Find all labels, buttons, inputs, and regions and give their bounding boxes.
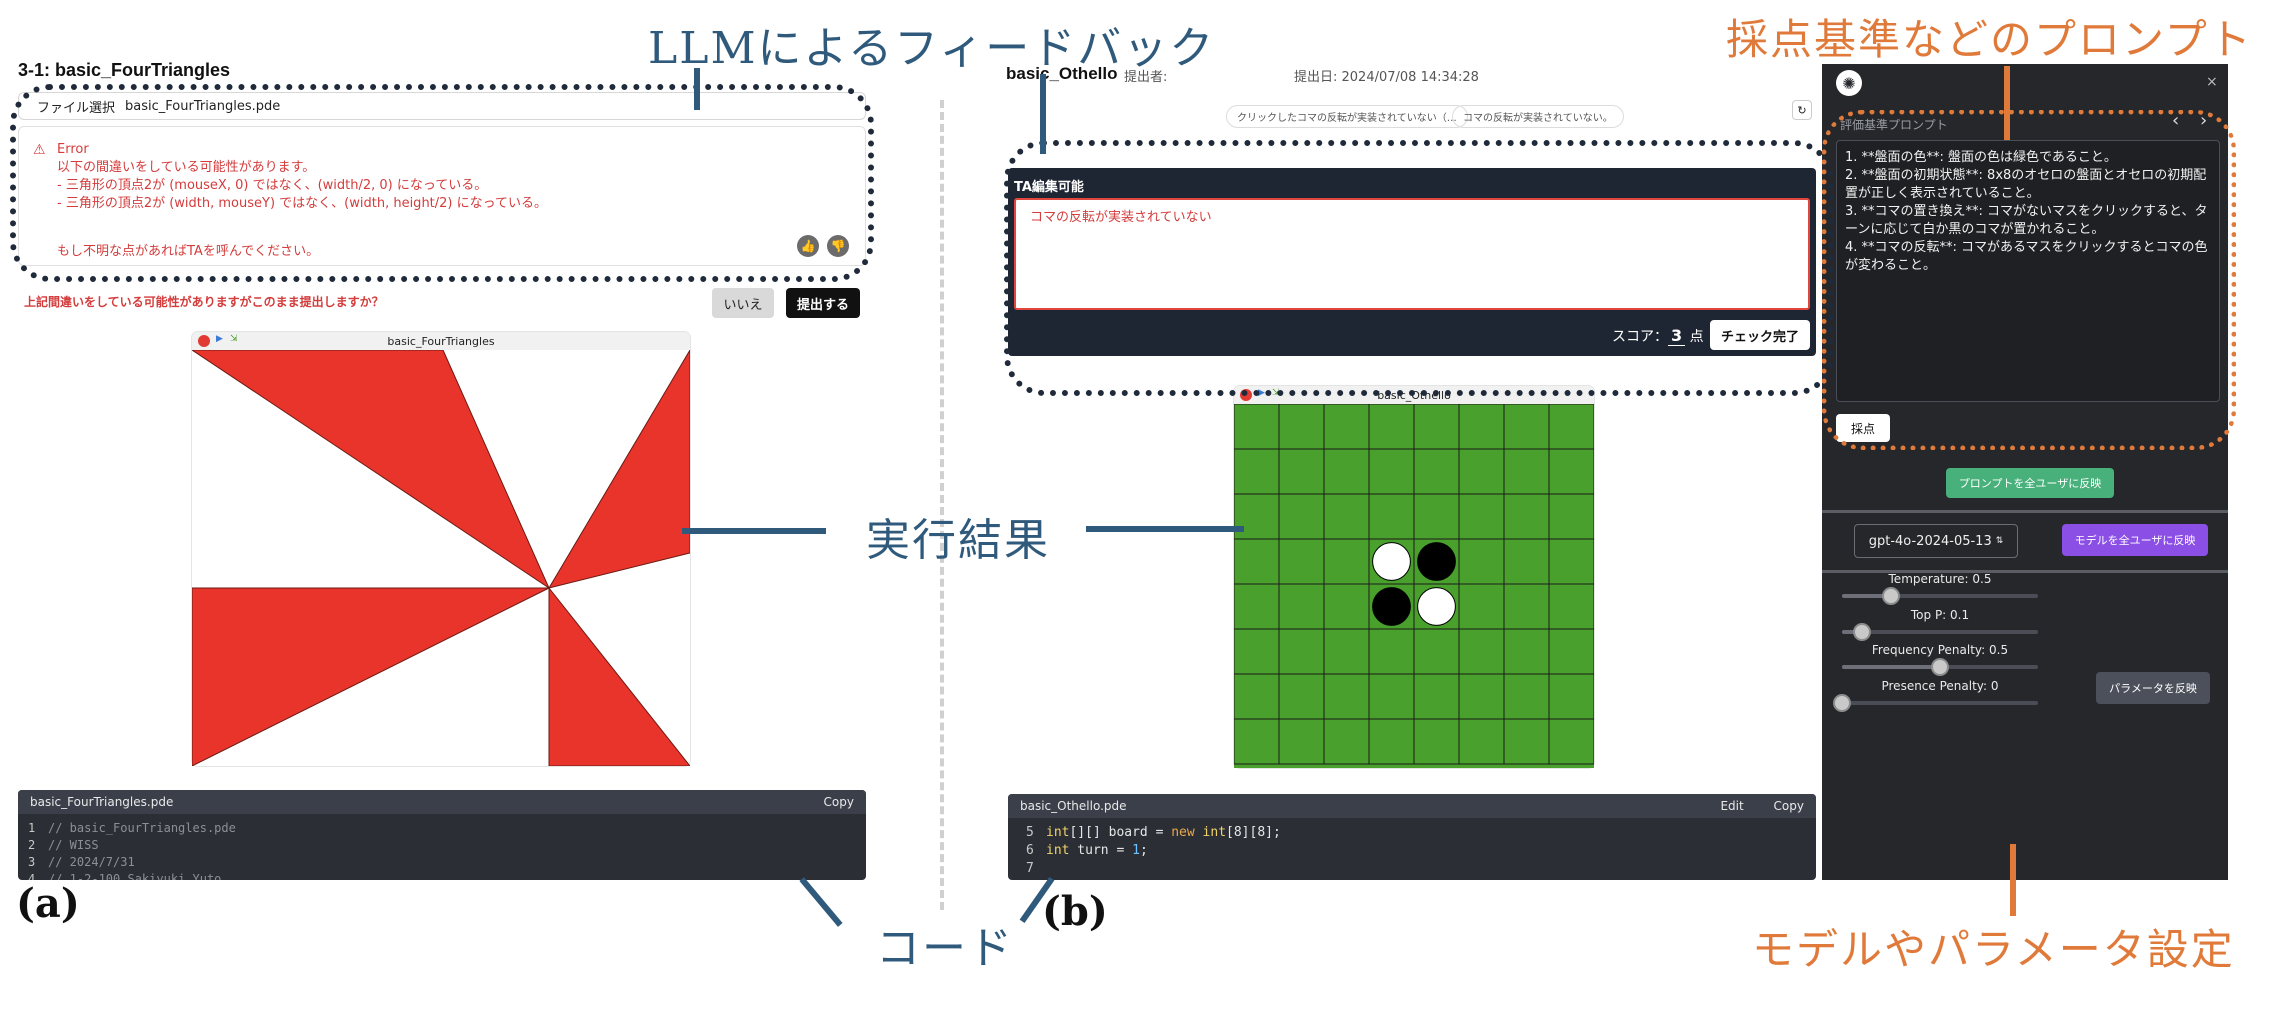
four-triangles-canvas[interactable] [192,350,690,766]
line-number: 5 [1026,825,1034,840]
slider-label: Frequency Penalty: 0.5 [1871,643,2009,657]
triangle-right [547,350,690,589]
no-button[interactable]: いいえ [712,288,774,318]
connector-line [1086,526,1244,532]
sketch-window-b: ▶ ⇲ basic_Othello [1234,386,1594,768]
code-body[interactable]: 5 int[][] board = new int[8][8]; 6 int tur… [1008,818,1816,878]
code-file-name: basic_FourTriangles.pde [30,795,174,809]
code-line: // 2024/7/31 [48,855,135,869]
othello-board[interactable] [1234,404,1594,768]
annotation-code: コード [876,923,1014,974]
code-body[interactable]: 1 // basic_FourTriangles.pde 2 // WISS 3 //… [18,814,866,880]
line-number: 4 [28,872,36,880]
slider-knob[interactable] [1882,587,1900,605]
code-token: int [1046,843,1070,858]
white-piece [1417,587,1456,626]
feedback-highlight-a [10,84,874,282]
code-line: // basic_FourTriangles.pde [48,821,236,835]
line-number: 1 [28,821,36,835]
slider-fill [1842,665,1940,669]
code-token: ; [1139,843,1148,858]
annotation-model-params: モデルやパラメータ設定 [1752,925,2235,974]
copy-button[interactable]: Copy [824,795,854,809]
annotation-scoring-prompt: 採点基準などのプロンプト [1726,15,2253,64]
slider-label: Presence Penalty: 0 [1881,678,1999,693]
slider-track[interactable] [1842,700,2038,705]
openai-logo-icon: ✺ [1836,70,1862,96]
slider-label: Temperature: 0.5 [1888,572,1992,586]
triangle-top [192,350,551,590]
figure-label-b: (b) [1042,888,1108,935]
triangle-bottom [548,586,690,766]
feedback-chip[interactable]: クリックしたコマの反転が実装されていない（… [1226,105,1468,128]
code-window-a: basic_FourTriangles.pde Copy 1 // basic_F… [18,790,866,880]
black-piece [1417,542,1456,581]
refresh-icon[interactable]: ↻ [1792,100,1812,120]
play-icon[interactable]: ▶ [216,334,223,344]
stop-icon[interactable] [198,335,210,347]
slider-knob[interactable] [1833,693,1851,712]
slider-track[interactable] [1842,629,2038,634]
connector-line [2010,844,2016,916]
connector-line [694,68,700,110]
triangle-left [192,587,550,766]
confirm-question: 上記間違いをしている可能性がありますがこのまま提出しますか？ [24,295,384,309]
line-number: 2 [28,838,36,852]
model-value: gpt-4o-2024-05-13 [1868,533,1992,549]
feedback-chip[interactable]: コマの反転が実装されていない。 [1452,105,1624,128]
close-icon[interactable]: × [2206,74,2218,90]
code-token: int [1046,825,1070,840]
apply-model-button[interactable]: モデルを全ユーザに反映 [2062,524,2208,556]
sketch-titlebar: ▶ ⇲ basic_FourTriangles [192,332,690,350]
edit-button[interactable]: Edit [1720,799,1743,813]
slider-knob[interactable] [1852,622,1871,641]
sketch-window-a: ▶ ⇲ basic_FourTriangles [192,332,690,766]
annotation-llm-feedback: LLMによるフィードバック [648,23,1216,74]
code-token: int [1202,825,1227,840]
code-token: 1 [1132,843,1140,858]
code-token: [][] board = [1069,825,1172,840]
black-piece [1372,587,1411,626]
connector-line [1040,74,1046,154]
white-piece [1372,542,1411,581]
copy-button[interactable]: Copy [1774,799,1804,813]
assignment-title: 3-1: basic_FourTriangles [18,60,231,80]
connector-line [2004,66,2010,140]
line-number: 3 [28,855,36,869]
annotation-execution-result: 実行結果 [866,515,1050,566]
code-line: // WISS [48,838,99,852]
slider-knob[interactable] [1931,658,1949,676]
code-line: // 1-2-100 Sakiyuki Yuto [48,872,222,880]
select-arrows-icon: ⇅ [1995,536,2004,546]
apply-prompt-button[interactable]: プロンプトを全ユーザに反映 [1946,468,2114,498]
connector-line [799,877,843,927]
model-select[interactable]: gpt-4o-2024-05-13 ⇅ [1854,524,2018,558]
feedback-highlight-b [1004,140,1834,396]
code-file-name: basic_Othello.pde [1020,799,1127,813]
sketch-title: basic_FourTriangles [387,334,495,348]
export-icon[interactable]: ⇲ [230,334,238,344]
submit-button[interactable]: 提出する [786,288,860,318]
line-number: 7 [1026,861,1034,876]
connector-line [682,528,826,534]
slider-label: Top P: 0.1 [1910,607,1970,622]
prompt-highlight [1822,110,2236,450]
code-token: turn = [1069,843,1133,858]
code-token: new [1171,825,1195,840]
code-window-b: basic_Othello.pde Edit Copy 5 int[][] boa… [1008,794,1816,880]
apply-params-button[interactable]: パラメータを反映 [2096,672,2210,704]
submitted-date: 提出日: 2024/07/08 14:34:28 [1294,70,1479,85]
figure-label-a: (a) [16,880,80,927]
divider [1822,510,2228,513]
code-token: [8][8]; [1226,825,1281,840]
line-number: 6 [1026,843,1034,858]
